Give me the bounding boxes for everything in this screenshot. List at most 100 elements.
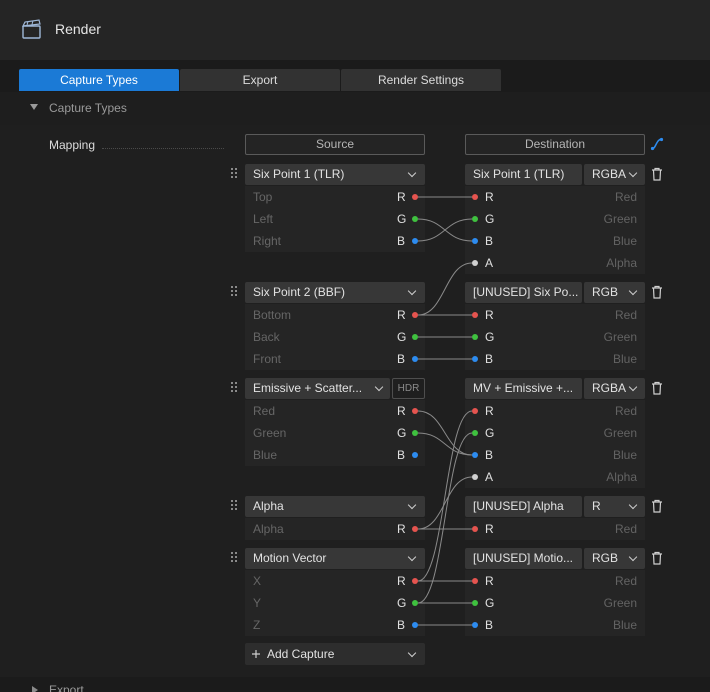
trash-icon[interactable] xyxy=(651,499,663,513)
hdr-toggle[interactable]: HDR xyxy=(392,378,425,399)
destination-port[interactable] xyxy=(472,600,478,606)
format-select[interactable]: RGBA xyxy=(584,164,645,185)
destination-port[interactable] xyxy=(472,474,478,480)
source-port[interactable] xyxy=(412,408,418,414)
destination-port[interactable] xyxy=(472,312,478,318)
format-select[interactable]: RGB xyxy=(584,282,645,303)
trash-icon[interactable] xyxy=(651,381,663,395)
label-leader-dots xyxy=(102,148,224,149)
destination-channel-name: Blue xyxy=(612,618,637,632)
add-capture-button[interactable]: Add Capture xyxy=(245,643,425,665)
source-port[interactable] xyxy=(412,430,418,436)
destination-channel-code: B xyxy=(485,448,494,462)
destination-channel-code: R xyxy=(485,522,494,536)
destination-channel-name: Green xyxy=(603,330,637,344)
destination-port[interactable] xyxy=(472,430,478,436)
destination-port[interactable] xyxy=(472,452,478,458)
destination-port[interactable] xyxy=(472,578,478,584)
chevron-down-icon xyxy=(407,168,417,178)
source-port[interactable] xyxy=(412,452,418,458)
destination-channel-name: Red xyxy=(614,574,637,588)
destination-channel-name: Green xyxy=(603,596,637,610)
source-select[interactable]: Six Point 2 (BBF) xyxy=(245,282,425,303)
destination-port[interactable] xyxy=(472,408,478,414)
source-channel-code: R xyxy=(397,308,406,322)
source-channel-code: B xyxy=(397,234,406,248)
source-channel-name: Alpha xyxy=(253,522,284,536)
format-select[interactable]: R xyxy=(584,496,645,517)
source-port[interactable] xyxy=(412,526,418,532)
destination-select[interactable]: Six Point 1 (TLR) xyxy=(465,164,582,185)
mapping-label: Mapping xyxy=(49,138,96,152)
source-channel-name: Red xyxy=(253,404,276,418)
source-port[interactable] xyxy=(412,356,418,362)
format-select-value: RGB xyxy=(592,285,619,299)
destination-channel-name: Blue xyxy=(612,448,637,462)
destination-port[interactable] xyxy=(472,260,478,266)
destination-channel-name: Green xyxy=(603,212,637,226)
source-port[interactable] xyxy=(412,600,418,606)
drag-handle-icon[interactable] xyxy=(231,382,239,394)
destination-channel-code: R xyxy=(485,574,494,588)
source-select[interactable]: Six Point 1 (TLR) xyxy=(245,164,425,185)
destination-select[interactable]: [UNUSED] Motio... xyxy=(465,548,582,569)
destination-channel-name: Green xyxy=(603,426,637,440)
window-header xyxy=(0,0,710,60)
tab-export[interactable]: Export xyxy=(180,69,340,91)
destination-select-value: [UNUSED] Six Po... xyxy=(473,285,579,299)
source-port[interactable] xyxy=(412,334,418,340)
trash-icon[interactable] xyxy=(651,167,663,181)
expand-triangle-icon[interactable] xyxy=(32,686,38,692)
plus-icon xyxy=(252,650,260,658)
drag-handle-icon[interactable] xyxy=(231,500,239,512)
drag-handle-icon[interactable] xyxy=(231,552,239,564)
destination-select[interactable]: MV + Emissive +... xyxy=(465,378,582,399)
curve-editor-icon[interactable] xyxy=(650,137,664,151)
source-channel-code: R xyxy=(397,522,406,536)
format-select[interactable]: RGBA xyxy=(584,378,645,399)
source-channel-name: X xyxy=(253,574,262,588)
destination-select[interactable]: [UNUSED] Alpha xyxy=(465,496,582,517)
destination-port[interactable] xyxy=(472,334,478,340)
destination-channel-name: Blue xyxy=(612,234,637,248)
section-header-export[interactable] xyxy=(0,677,710,692)
panel-title: Render xyxy=(55,21,101,37)
destination-port[interactable] xyxy=(472,216,478,222)
drag-handle-icon[interactable] xyxy=(231,168,239,180)
source-select[interactable]: Motion Vector xyxy=(245,548,425,569)
destination-port[interactable] xyxy=(472,356,478,362)
tab-capture-types[interactable]: Capture Types xyxy=(19,69,179,91)
destination-port[interactable] xyxy=(472,526,478,532)
destination-port[interactable] xyxy=(472,194,478,200)
source-channel-name: Z xyxy=(253,618,261,632)
source-channel-code: B xyxy=(397,352,406,366)
source-port[interactable] xyxy=(412,194,418,200)
destination-channel-code: G xyxy=(485,330,495,344)
destination-channel-code: R xyxy=(485,190,494,204)
format-select-value: R xyxy=(592,499,601,513)
tab-render-settings[interactable]: Render Settings xyxy=(341,69,501,91)
source-channel-name: Front xyxy=(253,352,282,366)
format-select[interactable]: RGB xyxy=(584,548,645,569)
destination-channel-code: G xyxy=(485,596,495,610)
source-channel-code: B xyxy=(397,448,406,462)
collapse-triangle-icon[interactable] xyxy=(30,104,38,110)
source-port[interactable] xyxy=(412,312,418,318)
source-channel-code: G xyxy=(397,426,407,440)
source-port[interactable] xyxy=(412,578,418,584)
source-select-value: Six Point 1 (TLR) xyxy=(253,167,345,181)
destination-port[interactable] xyxy=(472,238,478,244)
trash-icon[interactable] xyxy=(651,285,663,299)
source-select[interactable]: Emissive + Scatter... xyxy=(245,378,390,399)
source-select[interactable]: Alpha xyxy=(245,496,425,517)
destination-channel-code: B xyxy=(485,352,494,366)
source-port[interactable] xyxy=(412,622,418,628)
destination-select[interactable]: [UNUSED] Six Po... xyxy=(465,282,582,303)
destination-channel-code: B xyxy=(485,618,494,632)
source-port[interactable] xyxy=(412,238,418,244)
drag-handle-icon[interactable] xyxy=(231,286,239,298)
source-port[interactable] xyxy=(412,216,418,222)
destination-port[interactable] xyxy=(472,622,478,628)
destination-select-value: [UNUSED] Motio... xyxy=(473,551,574,565)
trash-icon[interactable] xyxy=(651,551,663,565)
